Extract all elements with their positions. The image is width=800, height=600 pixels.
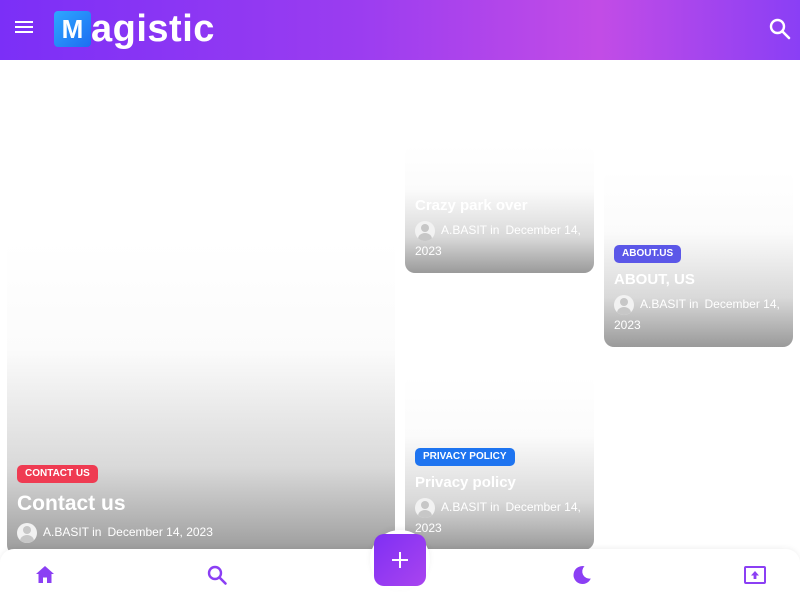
post-meta: A.BASIT in December 14, 2023 [614, 294, 783, 335]
post-card-content: PRIVACY POLICY Privacy policy A.BASIT in… [415, 446, 584, 538]
dark-mode-icon [573, 565, 591, 584]
nav-home-button[interactable] [33, 563, 57, 587]
home-icon [36, 566, 54, 583]
nav-search-button[interactable] [205, 563, 229, 587]
post-in-label: in [490, 223, 500, 238]
author-avatar [17, 523, 37, 543]
post-date: December 14, 2023 [107, 525, 213, 540]
post-author[interactable]: A.BASIT [43, 525, 89, 539]
search-icon [207, 565, 227, 585]
site-logo[interactable]: M agistic [54, 10, 215, 48]
post-title[interactable]: Contact us [17, 490, 385, 518]
header-search-button[interactable] [767, 16, 793, 42]
post-title[interactable]: ABOUT, US [614, 270, 783, 290]
logo-text: agistic [91, 8, 215, 50]
site-header: M agistic [0, 0, 800, 60]
post-in-label: in [490, 500, 500, 515]
post-meta: A.BASIT in December 14, 2023 [17, 522, 385, 543]
logo-letter: M [54, 11, 91, 47]
menu-button[interactable] [13, 16, 41, 40]
post-title[interactable]: Privacy policy [415, 473, 584, 493]
post-in-label: in [689, 297, 699, 312]
scroll-top-icon [744, 566, 766, 584]
post-card-about-us[interactable]: ABOUT.US ABOUT, US A.BASIT in December 14… [604, 170, 793, 347]
hamburger-menu-icon [15, 21, 33, 33]
post-card-privacy-policy[interactable]: PRIVACY POLICY Privacy policy A.BASIT in… [405, 375, 594, 550]
post-meta: A.BASIT in December 14, 2023 [415, 497, 584, 538]
scroll-top-button[interactable] [743, 563, 767, 587]
dark-mode-toggle[interactable] [570, 563, 594, 587]
post-card-content: Crazy park over A.BASIT in December 14, 2… [415, 196, 584, 261]
post-in-label: in [92, 525, 102, 540]
plus-icon [392, 552, 408, 568]
post-card-crazy-park[interactable]: Crazy park over A.BASIT in December 14, 2… [405, 145, 594, 273]
post-title[interactable]: Crazy park over [415, 196, 584, 216]
category-badge[interactable]: CONTACT US [17, 465, 98, 484]
post-author[interactable]: A.BASIT [441, 223, 487, 237]
post-author[interactable]: A.BASIT [640, 297, 686, 311]
author-avatar [415, 221, 435, 241]
category-badge[interactable]: ABOUT.US [614, 245, 682, 264]
search-icon [769, 18, 791, 40]
author-avatar [415, 498, 435, 518]
post-card-content: CONTACT US Contact us A.BASIT in December… [17, 463, 385, 543]
category-badge[interactable]: PRIVACY POLICY [415, 448, 515, 467]
post-card-contact-us[interactable]: CONTACT US Contact us A.BASIT in December… [7, 240, 395, 555]
post-author[interactable]: A.BASIT [441, 500, 487, 514]
post-meta: A.BASIT in December 14, 2023 [415, 220, 584, 261]
add-button[interactable] [374, 534, 426, 586]
post-card-content: ABOUT.US ABOUT, US A.BASIT in December 14… [614, 243, 783, 335]
author-avatar [614, 295, 634, 315]
